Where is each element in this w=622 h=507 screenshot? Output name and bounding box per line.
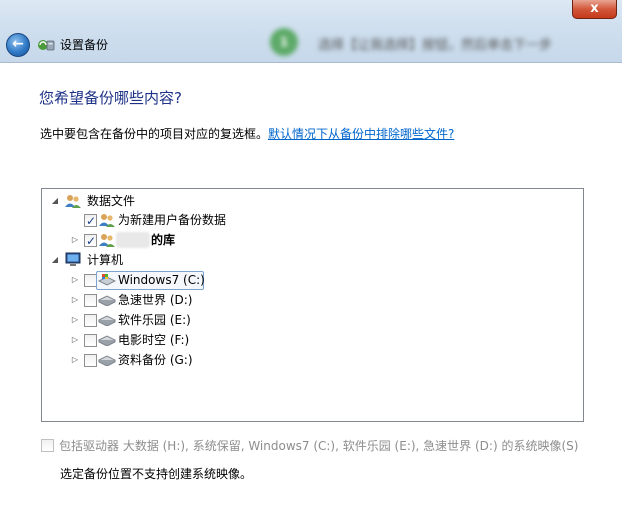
computer-icon xyxy=(65,252,81,266)
tree-label: Windows7 (C:) xyxy=(118,273,205,287)
step-instruction: 选择【让我选择】按钮，然后单击下一步 xyxy=(318,38,553,53)
expand-triangle-icon[interactable]: ▷ xyxy=(70,295,80,305)
backup-items-tree[interactable]: ◢ 数据文件 为新建用户备份数据 ▷ 的库 xyxy=(41,188,584,422)
back-button[interactable]: ← xyxy=(6,33,30,57)
checkbox-drive-e[interactable] xyxy=(84,314,97,327)
collapse-triangle-icon[interactable]: ◢ xyxy=(50,255,60,265)
close-button[interactable]: x xyxy=(572,0,617,19)
expand-triangle-icon[interactable]: ▷ xyxy=(70,315,80,325)
tree-node-drive-c[interactable]: ▷ Windows7 (C:) xyxy=(42,270,582,290)
tree-label: 数据文件 xyxy=(87,194,136,208)
checkbox-drive-g[interactable] xyxy=(84,354,97,367)
checkbox-drive-f[interactable] xyxy=(84,334,97,347)
page-description: 选中要包含在备份中的项目对应的复选框。默认情况下从备份中排除哪些文件? xyxy=(40,126,454,142)
tree-node-drive-e[interactable]: ▷ 软件乐园 (E:) xyxy=(42,310,582,330)
collapse-triangle-icon[interactable]: ◢ xyxy=(50,196,60,206)
tree-label: 电影时空 (F:) xyxy=(118,333,190,347)
hard-drive-icon xyxy=(98,315,116,326)
excluded-files-link[interactable]: 默认情况下从备份中排除哪些文件? xyxy=(268,127,454,141)
tree-label: 计算机 xyxy=(87,253,124,267)
tree-node-user-library[interactable]: ▷ 的库 xyxy=(42,230,582,251)
expand-triangle-icon[interactable]: ▷ xyxy=(70,275,80,285)
tree-node-drive-f[interactable]: ▷ 电影时空 (F:) xyxy=(42,330,582,350)
tree-label: 的库 xyxy=(151,233,176,247)
tree-node-data-files[interactable]: ◢ 数据文件 xyxy=(42,191,582,211)
page-heading: 您希望备份哪些内容? xyxy=(39,89,182,107)
windows-drive-icon xyxy=(98,274,116,286)
users-icon xyxy=(65,195,81,208)
tree-node-drive-d[interactable]: ▷ 急速世界 (D:) xyxy=(42,290,582,310)
back-arrow-icon: ← xyxy=(12,36,24,52)
checkbox-drive-d[interactable] xyxy=(84,294,97,307)
tree-label: 资料备份 (G:) xyxy=(118,353,193,367)
tree-node-drive-g[interactable]: ▷ 资料备份 (G:) xyxy=(42,350,582,370)
tree-label: 软件乐园 (E:) xyxy=(118,313,191,327)
hard-drive-icon xyxy=(98,335,116,346)
hard-drive-icon xyxy=(98,295,116,306)
users-icon xyxy=(99,214,115,227)
wizard-title: 设置备份 xyxy=(60,38,109,52)
tree-label: 为新建用户备份数据 xyxy=(118,213,227,227)
system-image-note: 选定备份位置不支持创建系统映像。 xyxy=(60,467,253,481)
tree-label: 急速世界 (D:) xyxy=(118,293,193,307)
redacted-username xyxy=(116,232,150,248)
checkbox-new-user-data[interactable] xyxy=(84,211,97,231)
backup-wizard-icon xyxy=(38,40,55,51)
tree-node-new-user-data[interactable]: 为新建用户备份数据 xyxy=(42,210,582,231)
description-text: 选中要包含在备份中的项目对应的复选框。 xyxy=(40,127,269,141)
step-badge: 1 xyxy=(270,28,298,56)
title-bar: x ← 设置备份 1 选择【让我选择】按钮，然后单击下一步 xyxy=(0,0,622,62)
expand-triangle-icon[interactable]: ▷ xyxy=(70,355,80,365)
expand-triangle-icon[interactable]: ▷ xyxy=(70,235,80,245)
system-image-label: 包括驱动器 大数据 (H:), 系统保留, Windows7 (C:), 软件乐… xyxy=(59,439,579,453)
checkbox-user-library[interactable] xyxy=(84,231,97,251)
checkbox-system-image[interactable] xyxy=(41,439,54,452)
wizard-content: 您希望备份哪些内容? 选中要包含在备份中的项目对应的复选框。默认情况下从备份中排… xyxy=(0,62,622,507)
users-icon xyxy=(99,234,115,247)
tree-node-computer[interactable]: ◢ 计算机 xyxy=(42,250,582,270)
blurred-instruction-overlay: 1 选择【让我选择】按钮，然后单击下一步 xyxy=(262,24,622,62)
hard-drive-icon xyxy=(98,355,116,366)
expand-triangle-icon[interactable]: ▷ xyxy=(70,335,80,345)
